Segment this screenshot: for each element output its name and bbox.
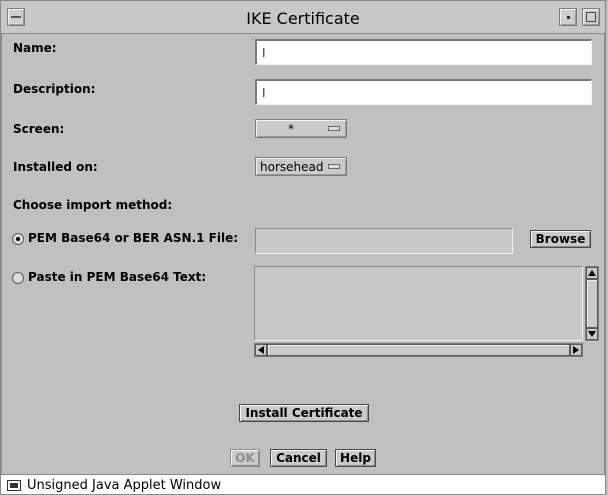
maximize-button[interactable]	[582, 8, 600, 26]
install-certificate-button[interactable]: Install Certificate	[239, 404, 369, 422]
option-paste-label[interactable]: Paste in PEM Base64 Text:	[28, 270, 206, 284]
dropdown-indicator-icon	[328, 126, 340, 131]
option-file-radio[interactable]	[12, 233, 24, 245]
help-button[interactable]: Help	[335, 449, 376, 467]
textarea-vertical-scrollbar[interactable]	[585, 266, 599, 341]
description-label: Description:	[13, 82, 96, 96]
scroll-right-icon[interactable]	[570, 344, 582, 356]
maximize-icon	[586, 12, 596, 22]
import-method-label: Choose import method:	[13, 198, 173, 212]
dropdown-indicator-icon	[328, 164, 340, 169]
installed-on-label: Installed on:	[13, 160, 98, 174]
scroll-down-icon[interactable]	[586, 328, 598, 340]
scroll-thumb[interactable]	[586, 279, 598, 328]
radio-selected-dot	[16, 237, 20, 241]
text-cursor-icon: Ι	[262, 46, 266, 60]
textarea-horizontal-scrollbar[interactable]	[254, 343, 583, 357]
text-cursor-icon: Ι	[262, 86, 266, 100]
java-applet-icon	[7, 480, 21, 491]
scroll-thumb[interactable]	[267, 344, 570, 356]
window-frame-right	[604, 34, 606, 474]
installed-on-value: horsehead	[260, 160, 324, 174]
window-titlebar[interactable]: IKE Certificate	[0, 0, 606, 34]
scroll-up-icon[interactable]	[586, 267, 598, 279]
screen-select[interactable]: *	[255, 119, 347, 138]
paste-textarea[interactable]	[254, 266, 583, 341]
name-label: Name:	[13, 41, 57, 55]
cancel-button[interactable]: Cancel	[270, 449, 327, 467]
option-file-label[interactable]: PEM Base64 or BER ASN.1 File:	[28, 231, 238, 245]
option-paste-radio[interactable]	[12, 272, 24, 284]
screen-label: Screen:	[13, 122, 65, 136]
screen-value: *	[288, 122, 294, 136]
scroll-left-icon[interactable]	[255, 344, 267, 356]
browse-button[interactable]: Browse	[530, 230, 591, 248]
applet-status-bar: Unsigned Java Applet Window	[0, 474, 606, 495]
applet-warning-text: Unsigned Java Applet Window	[27, 478, 222, 493]
description-field[interactable]: Ι	[255, 79, 592, 105]
window-title: IKE Certificate	[246, 9, 360, 28]
ok-button[interactable]: OK	[230, 449, 260, 467]
file-path-field[interactable]	[255, 228, 513, 254]
minimize-icon	[567, 16, 570, 19]
name-field[interactable]: Ι	[255, 39, 592, 65]
minimize-button[interactable]	[559, 8, 577, 26]
installed-on-select[interactable]: horsehead	[255, 157, 347, 176]
window-frame-left	[0, 34, 2, 474]
